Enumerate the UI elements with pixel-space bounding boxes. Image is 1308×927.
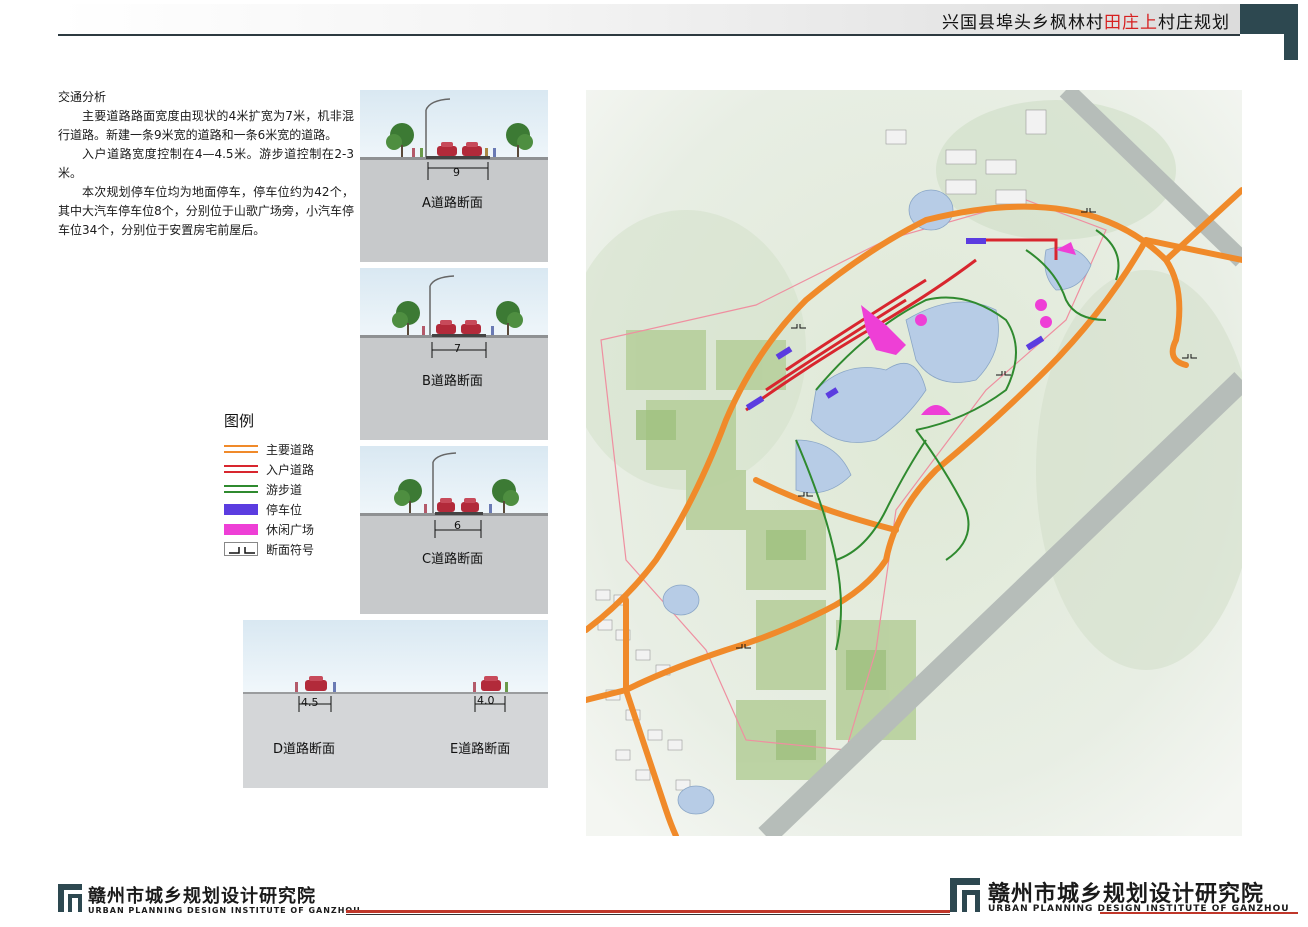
planning-map-drawing — [586, 90, 1242, 836]
footer-divider-right — [1100, 912, 1298, 914]
legend-swatch-parking — [224, 503, 258, 515]
legend-item-section-symbol: 断面符号 — [224, 539, 364, 559]
section-c-width: 6 — [454, 519, 461, 532]
page-title: 兴国县埠头乡枫林村田庄上村庄规划 — [942, 8, 1230, 33]
section-a-label: A道路断面 — [422, 196, 483, 211]
section-de-drawing — [243, 676, 548, 788]
footer-left-cn: 赣州市城乡规划设计研究院 — [88, 886, 316, 907]
footer-left-en: URBAN PLANNING DESIGN INSTITUTE OF GANZH… — [88, 906, 361, 915]
legend-label-main-road: 主要道路 — [266, 442, 315, 457]
section-a-width: 9 — [453, 166, 460, 179]
legend-label-plaza: 休闲广场 — [266, 522, 315, 537]
section-b-label: B道路断面 — [422, 374, 483, 389]
legend-label-parking: 停车位 — [266, 502, 303, 517]
intro-paragraph-2: 入户道路宽度控制在4—4.5米。游步道控制在2-3米。 — [58, 147, 354, 180]
header-bar: 兴国县埠头乡枫林村田庄上村庄规划 — [58, 4, 1240, 36]
section-d-width: 4.5 — [301, 696, 319, 709]
section-a-panel: 9 A道路断面 — [360, 90, 548, 262]
legend-item-plaza: 休闲广场 — [224, 519, 364, 539]
legend-item-walkway: 游步道 — [224, 479, 364, 499]
footer-divider-thin — [346, 914, 950, 915]
header-corner-block — [1240, 4, 1298, 34]
legend: 图例 主要道路 入户道路 游步道 停车位 休闲广场 断面符号 — [224, 410, 364, 559]
legend-label-walkway: 游步道 — [266, 482, 303, 497]
header-corner-drop — [1284, 34, 1298, 60]
section-de-panel: 4.5 4.0 D道路断面 E道路断面 — [243, 620, 548, 788]
section-e-width: 4.0 — [477, 694, 495, 707]
title-prefix: 兴国县埠头乡枫林村 — [942, 13, 1104, 33]
legend-swatch-entry-road — [224, 465, 258, 473]
legend-swatch-main-road — [224, 445, 258, 453]
legend-swatch-plaza — [224, 523, 258, 535]
section-d-label: D道路断面 — [273, 742, 336, 757]
section-symbol-icon — [224, 542, 258, 556]
legend-swatch-walkway — [224, 485, 258, 493]
section-c-label: C道路断面 — [422, 552, 484, 567]
planning-map — [586, 90, 1242, 836]
traffic-analysis-title: 交通分析 — [58, 90, 107, 104]
intro-paragraph-3: 本次规划停车位均为地面停车，停车位约为42个，其中大汽车停车位8个，分别位于山歌… — [58, 185, 354, 237]
legend-item-main-road: 主要道路 — [224, 439, 364, 459]
section-e-label: E道路断面 — [450, 742, 511, 757]
legend-label-section-symbol: 断面符号 — [266, 542, 315, 557]
section-c-panel: 6 C道路断面 — [360, 446, 548, 614]
intro-paragraph-1: 主要道路路面宽度由现状的4米扩宽为7米，机非混行道路。新建一条9米宽的道路和一条… — [58, 109, 354, 142]
institute-logo-icon — [58, 884, 82, 912]
traffic-analysis-text: 交通分析 主要道路路面宽度由现状的4米扩宽为7米，机非混行道路。新建一条9米宽的… — [58, 88, 354, 240]
legend-label-entry-road: 入户道路 — [266, 462, 315, 477]
legend-title: 图例 — [224, 412, 255, 430]
section-b-panel: 7 B道路断面 — [360, 268, 548, 440]
title-highlight: 田庄上 — [1104, 13, 1158, 33]
footer-divider — [346, 910, 950, 913]
legend-item-entry-road: 入户道路 — [224, 459, 364, 479]
legend-item-parking: 停车位 — [224, 499, 364, 519]
section-b-width: 7 — [454, 342, 461, 355]
institute-logo-icon — [950, 878, 980, 912]
title-suffix: 村庄规划 — [1158, 13, 1230, 33]
